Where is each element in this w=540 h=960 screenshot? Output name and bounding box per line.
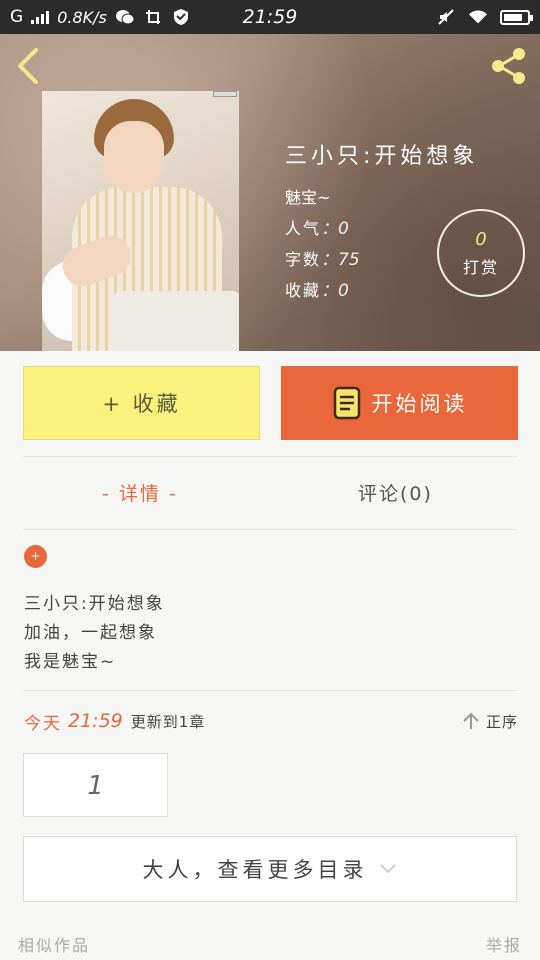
sort-order-label: 正序 <box>485 712 518 731</box>
mute-icon <box>436 8 456 26</box>
sort-order-button[interactable]: 正序 <box>462 711 518 732</box>
intro-line: 我是魅宝~ <box>24 652 117 672</box>
share-button[interactable] <box>488 46 530 86</box>
chapter-page-button[interactable]: 1 <box>23 753 168 817</box>
add-to-favorites-button[interactable]: + 收藏 <box>23 366 260 440</box>
word-count-label: 字数 <box>285 250 322 269</box>
network-speed: 0.8K/s <box>57 7 107 27</box>
start-reading-label: 开始阅读 <box>371 392 468 416</box>
book-title: 三小只:开始想象 <box>285 144 479 169</box>
reward-count: 0 <box>475 229 487 250</box>
status-left: G 0.8K/s <box>10 7 191 27</box>
signal-icon <box>31 10 50 24</box>
status-right <box>436 8 533 26</box>
expand-intro-button[interactable]: + <box>24 545 47 568</box>
update-time: 21:59 <box>68 710 123 732</box>
book-cover-image[interactable] <box>42 91 239 351</box>
shield-icon <box>171 8 191 26</box>
reward-button[interactable]: 0 打赏 <box>437 209 525 297</box>
reward-label: 打赏 <box>462 258 499 277</box>
favorites-value: 0 <box>338 281 349 301</box>
update-day: 今天 <box>24 713 62 734</box>
intro-line: 三小只:开始想象 <box>24 594 165 614</box>
add-to-favorites-label: + 收藏 <box>102 392 181 416</box>
start-reading-button[interactable]: 开始阅读 <box>281 366 518 440</box>
word-count-row: 字数：75 <box>285 250 360 270</box>
similar-works-heading: 相似作品 <box>18 936 91 955</box>
book-header: 三小只:开始想象 魅宝~ 人气：0 字数：75 收藏：0 0 打赏 <box>0 34 540 351</box>
popularity-value: 0 <box>338 219 349 239</box>
favorites-row: 收藏：0 <box>285 281 349 301</box>
share-icon <box>492 48 525 84</box>
divider <box>23 690 517 691</box>
wechat-icon <box>115 8 135 26</box>
report-link[interactable]: 举报 <box>486 932 522 956</box>
carrier-label: G <box>10 7 24 27</box>
divider <box>23 529 517 530</box>
arrow-up-icon <box>463 712 479 729</box>
book-meta: 魅宝~ 人气：0 字数：75 收藏：0 <box>285 182 360 306</box>
more-catalog-label: 大人，查看更多目录 <box>142 858 368 882</box>
popularity-label: 人气 <box>285 219 322 238</box>
status-bar: G 0.8K/s 21:59 <box>0 0 540 34</box>
battery-icon <box>500 9 533 25</box>
more-catalog-button[interactable]: 大人，查看更多目录 <box>23 836 517 902</box>
update-info: 今天 21:59 更新到1章 正序 <box>24 706 518 736</box>
tab-comments[interactable]: 评论(0) <box>358 466 433 522</box>
screenshot-icon <box>143 8 163 26</box>
chevron-left-icon <box>18 48 38 84</box>
wifi-icon <box>468 8 488 26</box>
tab-details[interactable]: - 详情 - <box>102 466 178 522</box>
back-button[interactable] <box>12 46 46 86</box>
divider <box>23 456 517 457</box>
intro-line: 加油，一起想象 <box>24 623 157 643</box>
book-icon <box>333 386 360 420</box>
book-author[interactable]: 魅宝~ <box>285 182 360 213</box>
detail-tabs: - 详情 - 评论(0) <box>0 466 540 522</box>
favorites-label: 收藏 <box>285 281 322 300</box>
update-text: 更新到1章 <box>130 712 206 731</box>
popularity-row: 人气：0 <box>285 219 349 239</box>
book-intro: 三小只:开始想象 加油，一起想象 我是魅宝~ <box>24 590 165 677</box>
chevron-down-icon <box>379 864 396 874</box>
word-count-value: 75 <box>338 250 360 270</box>
